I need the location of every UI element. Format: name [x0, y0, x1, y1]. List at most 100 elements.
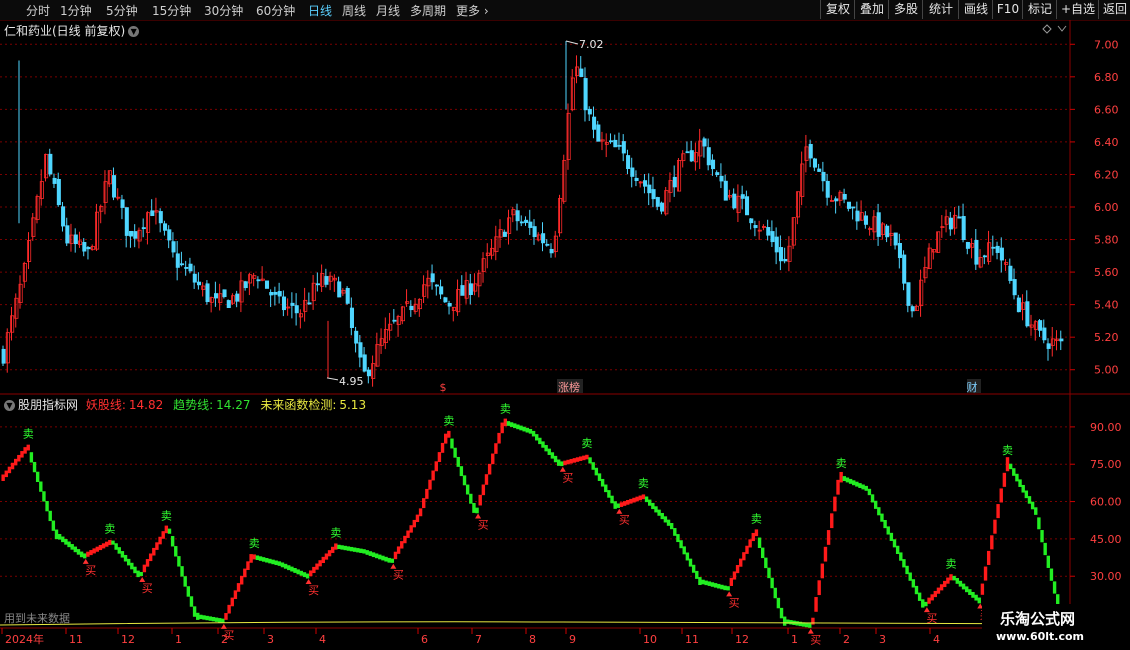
candle-body	[528, 221, 533, 228]
candle-body	[664, 190, 669, 215]
candle-body	[460, 285, 465, 296]
candle-body	[902, 254, 907, 284]
candle-body	[1004, 262, 1009, 265]
candle-body	[846, 201, 851, 209]
time-tick-label: 2	[843, 633, 850, 646]
buy-signal: 买	[619, 514, 630, 527]
candle-body	[273, 291, 278, 295]
buy-signal: 买	[562, 472, 573, 485]
candle-body	[120, 199, 125, 208]
candle-body	[719, 175, 724, 182]
candle-body	[677, 159, 682, 192]
candle-body	[698, 140, 703, 157]
candle-body	[974, 239, 979, 265]
time-tick-label: 2024年	[5, 632, 44, 646]
candle-body	[685, 151, 690, 154]
candle-body	[795, 191, 801, 218]
candle-body	[1059, 338, 1064, 342]
candle-body	[1033, 321, 1038, 330]
candle-body	[175, 253, 180, 268]
candle-body	[354, 330, 359, 344]
candle-body	[375, 344, 380, 367]
future-data-note: 用到未来数据	[4, 611, 70, 625]
candle-body	[812, 158, 818, 168]
candle-body	[859, 212, 864, 221]
candle-body	[48, 153, 53, 175]
candle-body	[366, 369, 371, 377]
candle-body	[413, 303, 418, 312]
candle-body	[341, 289, 346, 294]
candle-body	[621, 141, 626, 154]
candle-body	[73, 234, 78, 245]
candle-body	[324, 276, 329, 285]
candle-body	[808, 143, 813, 159]
candle-body	[715, 172, 720, 176]
candle-body	[468, 283, 473, 296]
candle-body	[613, 139, 618, 148]
candle-body	[320, 273, 325, 287]
candle-body	[294, 305, 299, 314]
candle-body	[519, 221, 524, 224]
time-tick-label: 3	[879, 633, 886, 646]
candle-body	[383, 329, 388, 343]
candle-body	[910, 306, 915, 312]
candle-body	[434, 284, 439, 287]
price-tick-label: 7.00	[1094, 38, 1119, 51]
candle-body	[515, 210, 520, 222]
candle-body	[417, 298, 422, 310]
candle-body	[889, 232, 894, 236]
candle-body	[447, 303, 452, 307]
candle-body	[277, 291, 282, 297]
candle-body	[61, 206, 66, 227]
candle-body	[1, 348, 6, 364]
candle-body	[1021, 302, 1026, 310]
candle-body	[672, 176, 677, 188]
time-tick-label: 9	[569, 633, 576, 646]
chevron-down-icon	[1057, 25, 1067, 32]
candle-body	[39, 181, 44, 199]
time-tick-label: 2	[221, 633, 228, 646]
candle-body	[834, 198, 839, 202]
price-tick-label: 5.60	[1094, 266, 1119, 279]
candle-body	[78, 240, 83, 246]
buy-arrow-icon	[139, 577, 146, 583]
buy-signal: 买	[729, 596, 740, 609]
watermark-url: www.60lt.com	[996, 630, 1085, 643]
candle-body	[711, 159, 716, 170]
candle-body	[27, 240, 32, 262]
candle-body	[235, 293, 240, 302]
buy-arrow-icon	[726, 591, 733, 597]
candle-body	[82, 242, 87, 252]
buy-arrow-icon	[807, 628, 814, 634]
candle-body	[761, 226, 767, 228]
candle-body	[893, 232, 898, 246]
indicator-ribbon	[1, 418, 1066, 633]
candle-body	[107, 170, 112, 185]
candle-body	[1025, 301, 1030, 327]
candle-body	[290, 302, 295, 306]
candle-body	[1038, 320, 1043, 331]
candle-body	[362, 354, 367, 372]
candle-body	[978, 257, 983, 268]
candle-body	[545, 243, 550, 246]
candle-body	[728, 195, 733, 198]
candle-body	[180, 263, 185, 266]
candle-body	[481, 258, 486, 272]
candle-body	[617, 144, 622, 147]
candle-body	[239, 280, 244, 303]
buy-arrow-icon	[923, 607, 930, 613]
candle-body	[473, 283, 478, 292]
time-tick-label: 6	[421, 633, 428, 646]
candle-body	[778, 247, 784, 262]
sell-signal: 卖	[836, 457, 847, 470]
candle-body	[872, 216, 877, 233]
candle-body	[349, 307, 354, 328]
candle-body	[388, 323, 393, 331]
time-tick-label: 11	[685, 633, 699, 646]
price-tick-label: 5.20	[1094, 331, 1119, 344]
candle-body	[957, 216, 962, 219]
candle-body	[146, 212, 151, 233]
candle-body	[14, 297, 19, 319]
candle-body	[260, 278, 265, 281]
candle-body	[880, 223, 885, 236]
